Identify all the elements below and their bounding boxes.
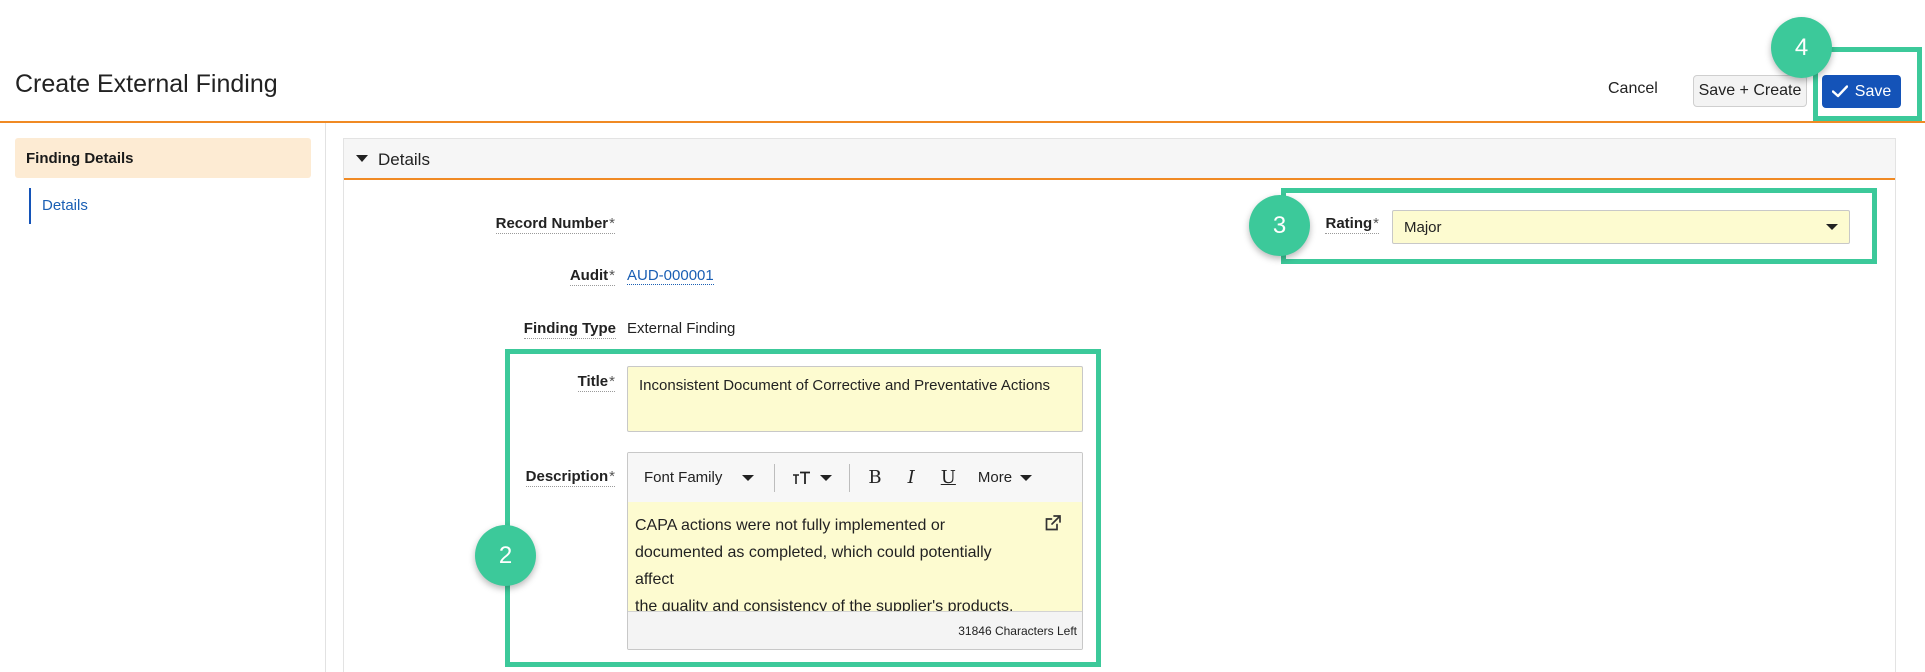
record-number-label: Record Number* [495, 215, 615, 234]
step-badge-3: 3 [1249, 195, 1310, 256]
sidebar-divider [325, 123, 326, 672]
sidebar-section-label: Finding Details [26, 149, 134, 167]
page-title: Create External Finding [15, 70, 278, 98]
cancel-button[interactable]: Cancel [1608, 80, 1658, 98]
save-create-label: Save + Create [1698, 82, 1802, 99]
finding-type-label: Finding Type [523, 320, 616, 339]
details-section-header[interactable] [344, 139, 1895, 180]
rating-highlight [1281, 188, 1877, 264]
sidebar-active-indicator [29, 188, 31, 224]
audit-link[interactable]: AUD-000001 [627, 267, 714, 285]
header-divider [0, 121, 1925, 123]
sidebar-section-finding-details[interactable]: Finding Details [15, 138, 311, 178]
step-badge-4: 4 [1771, 17, 1832, 78]
section-title: Details [378, 150, 430, 169]
step-badge-2: 2 [475, 525, 536, 586]
audit-label: Audit* [569, 267, 615, 286]
finding-type-value: External Finding [627, 320, 736, 337]
save-create-button[interactable]: Save + Create [1693, 75, 1807, 107]
description-highlight [505, 349, 1101, 667]
sidebar-item-details[interactable]: Details [42, 197, 88, 214]
caret-down-icon[interactable] [356, 155, 368, 162]
